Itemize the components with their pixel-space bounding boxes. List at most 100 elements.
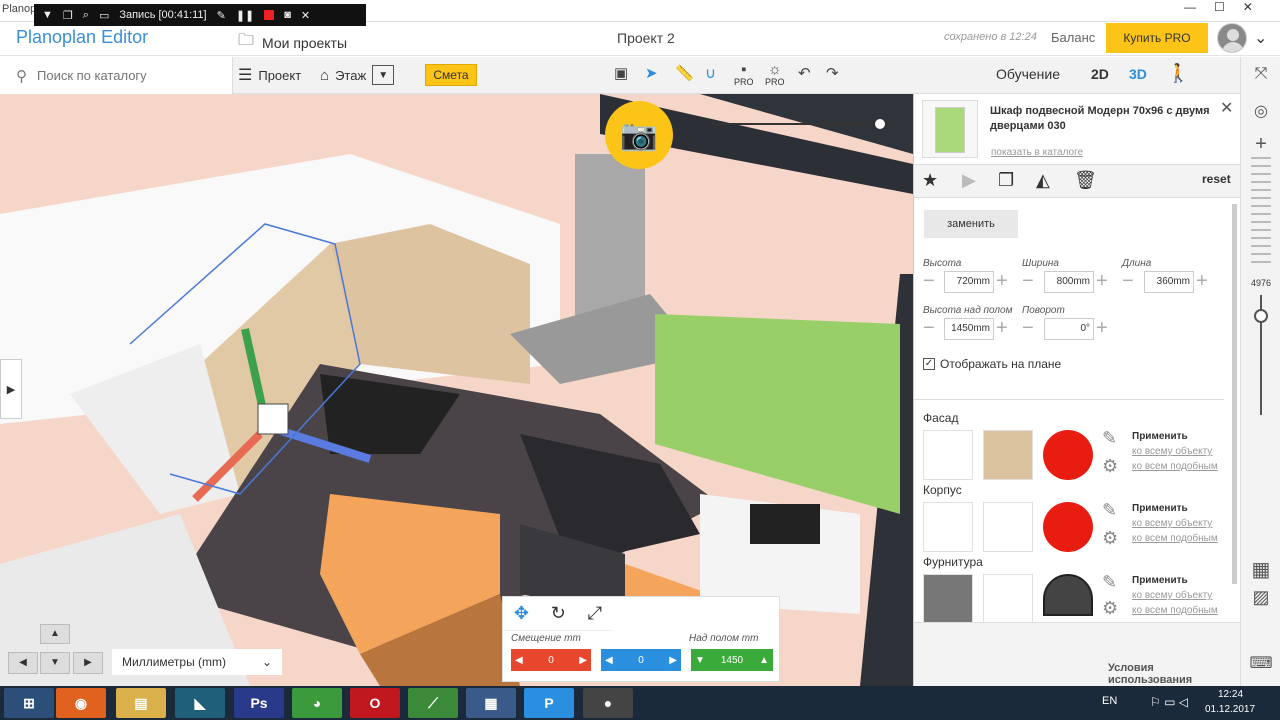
plus-icon[interactable]: + — [1096, 318, 1108, 338]
keyboard-icon[interactable]: ⌨ — [1241, 653, 1280, 673]
chrome-task[interactable]: ◕ — [292, 688, 342, 718]
3d-viewport[interactable]: 📷 ▶ ▲ ◀ ▼ ▶ Миллиметры (mm) ⌄ ✥ ↻ ⤢ Смещ… — [0, 94, 913, 686]
apply-to-similar-link[interactable]: ко всем подобным — [1132, 605, 1218, 616]
material-swatch[interactable] — [923, 502, 973, 552]
pan-left-button[interactable]: ◀ — [8, 652, 38, 674]
learning-link[interactable]: Обучение — [996, 66, 1060, 82]
copy-icon[interactable]: ❐ — [998, 170, 1014, 191]
camera-icon[interactable]: ◙ — [284, 9, 291, 21]
view-3d-button[interactable]: 3D — [1129, 66, 1147, 82]
eyedropper-icon[interactable]: ✎ — [1102, 428, 1117, 449]
view-2d-button[interactable]: 2D — [1091, 66, 1109, 82]
material-swatch[interactable] — [983, 502, 1033, 552]
arrow-right-icon[interactable]: ▶ — [669, 655, 677, 666]
gear-icon[interactable]: ⚙ — [1102, 456, 1118, 477]
project-menu[interactable]: ☰ Проект — [238, 65, 301, 85]
magnet-icon[interactable]: ∪ — [705, 64, 716, 82]
planoplan-old-task[interactable]: ⟋ — [408, 688, 458, 718]
checkbox-icon[interactable]: ✓ — [923, 358, 935, 370]
start-button[interactable]: ⊞ — [4, 688, 54, 718]
play-icon[interactable]: ▶ — [962, 170, 976, 191]
apply-to-object-link[interactable]: ко всему объекту — [1132, 518, 1212, 529]
mirror-icon[interactable]: ◭ — [1036, 170, 1050, 191]
apply-to-similar-link[interactable]: ко всем подобным — [1132, 533, 1218, 544]
balance-link[interactable]: Баланс — [1051, 30, 1095, 45]
maximize-button[interactable]: ☐ — [1214, 0, 1225, 14]
color-swatch[interactable] — [1043, 502, 1093, 552]
material-swatch[interactable] — [923, 430, 973, 480]
explorer-task[interactable]: ▤ — [116, 688, 166, 718]
offset-z-stepper[interactable]: ▼ 1450 ▲ — [691, 649, 773, 671]
panel-scrollbar[interactable] — [1232, 204, 1237, 584]
pan-right-button[interactable]: ▶ — [73, 652, 103, 674]
pan-down-button[interactable]: ▼ — [40, 652, 70, 674]
clock-time[interactable]: 12:24 — [1218, 689, 1243, 700]
chevron-down-icon[interactable]: ⌄ — [1254, 28, 1267, 48]
material-swatch[interactable] — [983, 574, 1033, 624]
ruler-icon[interactable]: 📏 — [675, 64, 694, 82]
undo-icon[interactable]: ↶ — [798, 64, 811, 82]
units-select[interactable]: Миллиметры (mm) ⌄ — [112, 649, 282, 675]
offset-y-value[interactable]: 0 — [638, 655, 644, 666]
plus-icon[interactable]: + — [1196, 271, 1208, 291]
offset-y-stepper[interactable]: ◀ 0 ▶ — [601, 649, 681, 671]
light-icon[interactable]: ☼ PRO — [765, 61, 785, 87]
color-swatch[interactable] — [1043, 430, 1093, 480]
save-icon[interactable]: ▣ — [614, 64, 628, 82]
estimate-button[interactable]: Смета — [425, 64, 477, 86]
color-swatch[interactable] — [1043, 574, 1093, 616]
arrow-left-icon[interactable]: ◀ — [515, 655, 523, 666]
pen-icon[interactable]: ✎ — [217, 9, 226, 22]
grid-icon[interactable]: ▦ — [1241, 557, 1280, 582]
recorder-task[interactable]: ● — [583, 688, 633, 718]
window-icon[interactable]: ▭ — [99, 9, 109, 22]
pan-up-button[interactable]: ▲ — [40, 624, 70, 644]
clock-date[interactable]: 01.12.2017 — [1205, 704, 1255, 715]
close-icon[interactable]: ✕ — [301, 9, 310, 22]
tray-icons[interactable]: ⚐ ▭ ◁ — [1150, 695, 1188, 709]
locate-icon[interactable]: ◎ — [1241, 101, 1280, 121]
pause-icon[interactable]: ❚❚ — [236, 9, 254, 22]
buy-pro-button[interactable]: Купить PRO — [1106, 23, 1208, 53]
arrow-left-icon[interactable]: ◀ — [605, 655, 613, 666]
length-field[interactable]: 360mm — [1144, 271, 1194, 293]
avatar[interactable] — [1217, 23, 1247, 53]
rotation-field[interactable]: 0° — [1044, 318, 1094, 340]
restore-icon[interactable]: ❐ — [63, 9, 73, 22]
gear-icon[interactable]: ⚙ — [1102, 528, 1118, 549]
zoom-icon[interactable]: ⌕ — [83, 9, 89, 22]
project-name[interactable]: Проект 2 — [617, 30, 675, 46]
terms-link[interactable]: Условия использования — [1108, 662, 1240, 686]
material-swatch[interactable] — [983, 430, 1033, 480]
expand-sidebar-button[interactable]: ▶ — [0, 359, 22, 419]
close-window-button[interactable]: ✕ — [1243, 0, 1253, 14]
stop-icon[interactable] — [264, 10, 275, 20]
minus-icon[interactable]: − — [1122, 271, 1134, 291]
reset-button[interactable]: reset — [1202, 172, 1231, 186]
calculator-task[interactable]: ▦ — [466, 688, 516, 718]
image-icon[interactable]: ▨ — [1241, 587, 1280, 608]
minus-icon[interactable]: − — [923, 318, 935, 338]
plus-icon[interactable]: + — [996, 318, 1008, 338]
opera-task[interactable]: O — [350, 688, 400, 718]
rotate-icon[interactable]: ↻ — [551, 603, 566, 624]
trash-icon[interactable]: 🗑 — [1074, 170, 1097, 191]
arrow-right-icon[interactable]: ▶ — [579, 655, 587, 666]
show-on-plan-checkbox[interactable]: ✓ Отображать на плане — [923, 357, 1061, 371]
zoom-slider-handle[interactable] — [1254, 309, 1268, 323]
eyedropper-icon[interactable]: ✎ — [1102, 500, 1117, 521]
close-icon[interactable]: ✕ — [1220, 98, 1233, 118]
star-icon[interactable]: ★ — [922, 170, 938, 191]
cursor-icon[interactable]: ➤ — [645, 64, 658, 82]
arrow-down-icon[interactable]: ▼ — [695, 655, 705, 666]
language-indicator[interactable]: EN — [1102, 695, 1117, 707]
app-task[interactable]: ◣ — [175, 688, 225, 718]
minus-icon[interactable]: − — [1022, 271, 1034, 291]
my-projects-link[interactable]: 🗀 Мои проекты — [238, 29, 347, 56]
photoshop-task[interactable]: Ps — [234, 688, 284, 718]
zoom-in-icon[interactable]: + — [1241, 133, 1280, 156]
move-icon[interactable]: ✥ — [514, 603, 529, 624]
apply-to-similar-link[interactable]: ко всем подобным — [1132, 461, 1218, 472]
show-in-catalog-link[interactable]: показать в каталоге — [991, 147, 1083, 158]
planoplan-task[interactable]: P — [524, 688, 574, 718]
